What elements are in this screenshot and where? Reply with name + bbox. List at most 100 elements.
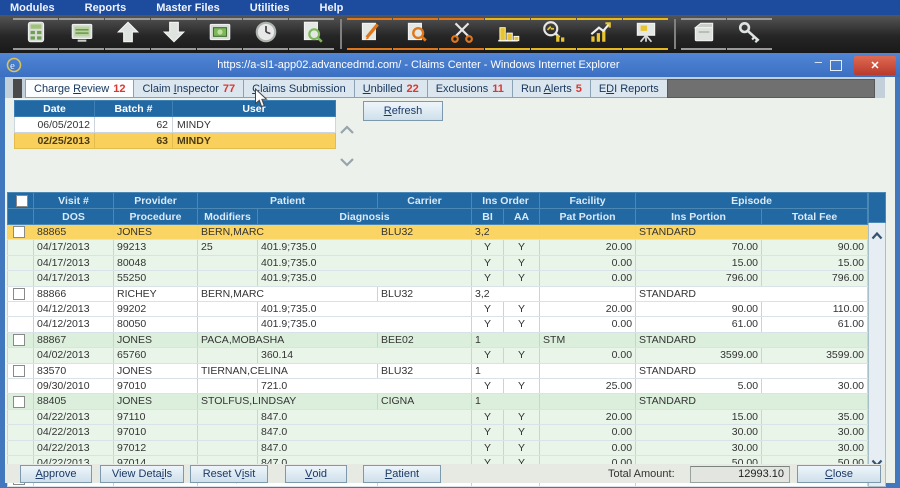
pat-portion: 25.00 (540, 379, 636, 394)
claims-column-header[interactable] (8, 209, 34, 225)
void-button[interactable]: Void (285, 465, 347, 483)
toolbar-button-claim-tools[interactable] (439, 18, 484, 50)
menu-utilities[interactable]: Utilities (250, 2, 290, 14)
claims-table: Visit #ProviderPatientCarrierIns OrderFa… (7, 192, 868, 487)
vertical-scrollbar[interactable] (868, 192, 886, 487)
charge-row[interactable]: 04/17/20139921325401.9;735.0YY20.0070.00… (8, 240, 868, 255)
batch-column-header[interactable]: Batch # (95, 101, 173, 117)
toolbar-button-arrow-down[interactable] (151, 18, 196, 50)
toolbar-button-bar-chart[interactable] (485, 18, 530, 50)
tab-unbilled[interactable]: Unbilled22 (354, 79, 428, 98)
claims-column-header[interactable]: Pat Portion (540, 209, 636, 225)
visit-checkbox[interactable] (13, 334, 25, 346)
claims-center-frame: Charge Review12Claim Inspector77Claims S… (0, 77, 900, 488)
claims-column-header[interactable]: Patient (198, 193, 378, 209)
close-button[interactable]: Close (797, 465, 881, 483)
claims-column-header[interactable]: Carrier (378, 193, 472, 209)
scrollbar-track[interactable] (868, 223, 886, 487)
batch-row[interactable]: 06/05/201262MINDY (15, 117, 336, 133)
claims-column-header[interactable] (8, 193, 34, 209)
claims-column-header[interactable]: Diagnosis (258, 209, 472, 225)
charge-row[interactable]: 04/22/201397012847.0YY0.0030.0030.00 (8, 440, 868, 455)
batch-table: DateBatch #User 06/05/201262MINDY02/25/2… (14, 100, 336, 149)
toolbar-button-trend-chart[interactable] (577, 18, 622, 50)
claims-column-header[interactable]: Visit # (34, 193, 114, 209)
visit-row-88865[interactable]: 88865JONESBERN,MARCBLU323,2STANDARD (8, 225, 868, 240)
aa-flag: Y (504, 317, 540, 332)
tab-charge-review[interactable]: Charge Review12 (25, 79, 134, 98)
carrier: BEE02 (378, 332, 472, 347)
tab-run-alerts[interactable]: Run Alerts5 (512, 79, 591, 98)
episode: STANDARD (636, 225, 868, 240)
charge-row[interactable]: 04/17/201380048401.9;735.0YY0.0015.0015.… (8, 255, 868, 270)
toolbar-button-calculator[interactable] (13, 18, 58, 50)
tab-label: Exclusions (436, 83, 489, 95)
claims-column-header[interactable]: Modifiers (198, 209, 258, 225)
toolbar-button-claim-inspect[interactable] (393, 18, 438, 50)
viewdetails-button[interactable]: View Details (100, 465, 184, 483)
scroll-up-icon[interactable] (871, 227, 883, 245)
claims-column-header[interactable]: Episode (636, 193, 868, 209)
visit-checkbox[interactable] (13, 288, 25, 300)
batch-scroll-up-icon[interactable] (337, 124, 357, 136)
total-amount-label: Total Amount: (608, 468, 675, 480)
visit-row-88866[interactable]: 88866RICHEYBERN,MARCBLU323,2STANDARD (8, 286, 868, 301)
charge-row[interactable]: 04/22/201397010847.0YY0.0030.0030.00 (8, 425, 868, 440)
visit-checkbox[interactable] (13, 365, 25, 377)
tab-edi-reports[interactable]: EDI Reports (590, 79, 668, 98)
toolbar-button-archive[interactable] (681, 18, 726, 50)
charge-row[interactable]: 04/12/201380050401.9;735.0YY0.0061.0061.… (8, 317, 868, 332)
toolbar-button-clock[interactable] (243, 18, 288, 50)
close-window-button[interactable]: ✕ (854, 56, 896, 75)
toolbar-button-payment[interactable] (197, 18, 242, 50)
toolbar-button-report-search[interactable] (531, 18, 576, 50)
approve-button[interactable]: Approve (20, 465, 92, 483)
minimize-button[interactable]: – (815, 57, 822, 73)
claims-column-header[interactable]: Total Fee (762, 209, 868, 225)
tab-exclusions[interactable]: Exclusions11 (427, 79, 513, 98)
claims-column-header[interactable]: Provider (114, 193, 198, 209)
menu-reports[interactable]: Reports (85, 2, 127, 14)
claims-column-header[interactable]: Ins Portion (636, 209, 762, 225)
dos: 04/12/2013 (34, 302, 114, 317)
batch-column-header[interactable]: Date (15, 101, 95, 117)
charge-row[interactable]: 04/12/201399202401.9;735.0YY20.0090.0011… (8, 302, 868, 317)
maximize-button[interactable] (830, 60, 842, 71)
tab-claim-inspector[interactable]: Claim Inspector77 (133, 79, 244, 98)
refresh-button[interactable]: Refresh (363, 101, 443, 121)
batch-scroll-down-icon[interactable] (337, 156, 357, 168)
claims-column-header[interactable]: Procedure (114, 209, 198, 225)
charge-row[interactable]: 04/17/201355250401.9;735.0YY0.00796.0079… (8, 271, 868, 286)
menu-modules[interactable]: Modules (10, 2, 55, 14)
charge-row[interactable]: 09/30/201097010721.0YY25.005.0030.00 (8, 379, 868, 394)
visit-row-88867[interactable]: 88867JONESPACA,MOBASHABEE021STMSTANDARD (8, 332, 868, 347)
toolbar-button-presentation[interactable] (623, 18, 668, 50)
visit-row-83570[interactable]: 83570JONESTIERNAN,CELINABLU321STANDARD (8, 363, 868, 378)
claims-column-header[interactable]: DOS (34, 209, 114, 225)
tab-bar: Charge Review12Claim Inspector77Claims S… (5, 77, 885, 98)
dos: 04/02/2013 (34, 348, 114, 363)
toolbar-button-arrow-up[interactable] (105, 18, 150, 50)
batch-row[interactable]: 02/25/201363MINDY (15, 133, 336, 149)
resetvisit-button[interactable]: Reset Visit (190, 465, 268, 483)
toolbar-button-ledger[interactable] (59, 18, 104, 50)
claims-column-header[interactable]: AA (504, 209, 540, 225)
toolbar-button-key[interactable] (727, 18, 772, 50)
ins-portion: 70.00 (636, 240, 762, 255)
select-all-checkbox[interactable] (16, 195, 28, 207)
visit-checkbox[interactable] (13, 396, 25, 408)
visit-row-88405[interactable]: 88405JONESSTOLFUS,LINDSAYCIGNA1STANDARD (8, 394, 868, 409)
claims-column-header[interactable]: Facility (540, 193, 636, 209)
visit-checkbox[interactable] (13, 226, 25, 238)
patient-button[interactable]: Patient (363, 465, 441, 483)
aa-flag: Y (504, 409, 540, 424)
menu-master-files[interactable]: Master Files (156, 2, 220, 14)
toolbar-button-claim-edit[interactable] (347, 18, 392, 50)
claims-column-header[interactable]: BI (472, 209, 504, 225)
toolbar-button-document-search[interactable] (289, 18, 334, 50)
charge-row[interactable]: 04/02/201365760360.14YY0.003599.003599.0… (8, 348, 868, 363)
charge-row[interactable]: 04/22/201397110847.0YY20.0015.0035.00 (8, 409, 868, 424)
bi-flag: Y (472, 379, 504, 394)
claims-column-header[interactable]: Ins Order (472, 193, 540, 209)
menu-help[interactable]: Help (320, 2, 344, 14)
